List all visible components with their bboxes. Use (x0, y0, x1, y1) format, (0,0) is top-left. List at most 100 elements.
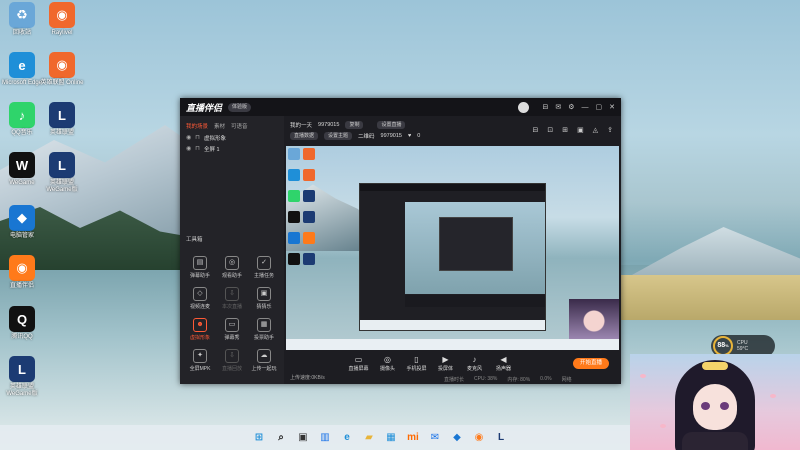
mi-icon[interactable]: mi (405, 430, 421, 446)
live-data-button[interactable]: 直播数据 (290, 131, 319, 140)
settings-icon[interactable]: ⚙ (568, 103, 574, 111)
tool-item[interactable]: ☻ 虚拟形象 (184, 318, 216, 341)
app-icon: ◉ (9, 255, 35, 281)
tool-item[interactable]: ◇ 视频连麦 (184, 287, 216, 310)
source-button[interactable]: ◎ 摄像头 (373, 355, 402, 372)
start-live-button[interactable]: 开始直播 (573, 358, 609, 369)
lock-icon[interactable]: ⊓ (195, 134, 200, 141)
desktop-icon[interactable]: ◉ Raylivel (40, 2, 84, 37)
desktop-icon[interactable]: L 英雄联盟 WeGame版 (0, 356, 44, 398)
status-item: 直播时长 (444, 376, 465, 383)
tab-scenes[interactable]: 我的场景 (186, 122, 208, 132)
set-live-button[interactable]: 设置直播 (377, 120, 406, 129)
nested-bottom-bar (405, 295, 545, 307)
tool-icon: ⇩ (225, 349, 239, 363)
app-icon: ◉ (49, 2, 75, 28)
screen-icon[interactable]: ⊡ (547, 126, 553, 134)
source-label: 手机投屏 (406, 365, 427, 372)
stream-preview[interactable] (286, 146, 619, 350)
tool-item[interactable]: ▤ 弹幕助手 (184, 256, 216, 279)
desktop-icon[interactable]: ◆ 电脑管家 (0, 205, 44, 240)
source-bar: ▭ 直播屏幕 ◎ 摄像头 ▯ 手机投屏 ▶ 投屏体 ♪ 麦克风 ◀ 扬声器 开始直播 (286, 352, 619, 374)
edge-icon[interactable]: e (339, 430, 355, 446)
tool-item[interactable]: ⇩ 本次直播 (216, 287, 248, 310)
copy-button[interactable]: 复制 (345, 120, 364, 129)
desktop-icon[interactable]: ◉ 英雄联盟 Online (40, 52, 84, 87)
version-badge[interactable]: 体验版 (228, 102, 252, 112)
scene-label: 虚拟形象 (203, 135, 226, 142)
tool-item[interactable]: ☁ 上传一起玩 (248, 349, 280, 372)
league-icon[interactable]: L (493, 430, 509, 446)
gift-icon[interactable]: ⊟ (532, 126, 538, 134)
nested-window-2 (439, 217, 513, 271)
tool-label: 投票助手 (253, 335, 274, 341)
qrcode-label[interactable]: 二维码 (358, 132, 375, 140)
tool-item[interactable]: ⇩ 直播回放 (216, 349, 248, 372)
task-view-icon[interactable]: ▣ (295, 430, 311, 446)
tool-item[interactable]: ▦ 投票助手 (248, 318, 280, 341)
desktop-icon[interactable]: Q 腾讯QQ (0, 306, 44, 341)
source-button[interactable]: ▶ 投屏体 (431, 355, 460, 372)
store-icon[interactable]: ▦ (383, 430, 399, 446)
record-icon[interactable]: ▣ (577, 126, 584, 134)
set-theme-button[interactable]: 设置主题 (324, 131, 353, 140)
tool-item[interactable]: ▣ 猜猜乐 (248, 287, 280, 310)
source-button[interactable]: ▯ 手机投屏 (402, 355, 431, 372)
search-icon[interactable]: ⌕ (273, 430, 289, 446)
layout-icon[interactable]: ⊞ (562, 126, 568, 134)
windows-icon[interactable]: ⊞ (251, 430, 267, 446)
share-icon[interactable]: ⇪ (607, 126, 613, 134)
title-actions: ⊟ ✉ ⚙ — ▢ ✕ (518, 101, 615, 113)
desktop-icon[interactable]: W WeGame (0, 152, 44, 187)
main-toolbar: ⊟ ⊡ ⊞ ▣ ◬ ⇪ (532, 126, 613, 134)
widgets-icon[interactable]: ▥ (317, 430, 333, 446)
preview-taskbar (286, 339, 619, 350)
tool-item[interactable]: ▭ 弹幕秀 (216, 318, 248, 341)
message-icon[interactable]: ✉ (555, 103, 561, 111)
app-icon: Q (9, 306, 35, 332)
vtuber-preview (569, 299, 619, 339)
petal (640, 374, 646, 378)
source-button[interactable]: ♪ 麦克风 (460, 355, 489, 372)
source-icon: ◎ (384, 354, 391, 364)
maximize-button[interactable]: ▢ (596, 103, 603, 111)
desktop-icon[interactable]: ◉ 直播伴侣 (0, 255, 44, 290)
source-button[interactable]: ▭ 直播屏幕 (344, 355, 373, 372)
mail-icon[interactable]: ✉ (427, 430, 443, 446)
tab-materials[interactable]: 素材 (214, 122, 225, 132)
desktop-icon-label: 英雄联盟 WeGame版 (6, 384, 38, 397)
scene-item[interactable]: ◉ ⊓ 全屏 1 (180, 143, 284, 154)
tool-item[interactable]: ✦ 全屏MPK (184, 349, 216, 372)
status-bar: 直播时长 CPU: 38% 内存: 80% 0.0% 网络 (284, 374, 621, 384)
scene-tabs: 我的场景 素材 可语音 (180, 116, 284, 132)
eye-icon[interactable]: ◉ (186, 145, 191, 152)
preview-icon (288, 190, 300, 202)
nested-window-preview (359, 183, 546, 331)
minimize-button[interactable]: — (582, 104, 589, 111)
desktop-icon[interactable]: L 英雄联盟 WeGame版 (40, 152, 84, 194)
desktop-icon[interactable]: L 英雄联盟 (40, 102, 84, 137)
desktop-icon[interactable]: ♪ QQ音乐 (0, 102, 44, 137)
desktop-icon-label: 英雄联盟 WeGame版 (46, 180, 78, 193)
eye-icon[interactable]: ◉ (186, 134, 191, 141)
desktop-icon[interactable]: ♻ 回收站 (0, 2, 44, 37)
title-bar[interactable]: 直播伴侣 体验版 ⊟ ✉ ⚙ — ▢ ✕ (180, 98, 621, 116)
tool-item[interactable]: ✓ 主播任务 (248, 256, 280, 279)
source-label: 摄像头 (379, 365, 395, 372)
lock-icon[interactable]: ⊓ (195, 145, 200, 152)
tool-item[interactable]: ◎ 观看助手 (216, 256, 248, 279)
scene-item[interactable]: ◉ ⊓ 虚拟形象 (180, 132, 284, 143)
desktop-icon[interactable]: e Microsoft Edge (0, 52, 44, 87)
bell-icon[interactable]: ◬ (593, 126, 598, 134)
skin-icon[interactable]: ⊟ (542, 103, 548, 111)
status-item: 网络 (561, 376, 572, 383)
live-companion-icon[interactable]: ◉ (471, 430, 487, 446)
close-button[interactable]: ✕ (609, 103, 615, 111)
desktop-icon-label: 直播伴侣 (9, 283, 34, 289)
shield-icon[interactable]: ◆ (449, 430, 465, 446)
source-button[interactable]: ◀ 扬声器 (489, 355, 518, 372)
folder-icon[interactable]: ▰ (361, 430, 377, 446)
preview-icon (288, 232, 300, 244)
tab-voice[interactable]: 可语音 (231, 122, 248, 132)
avatar[interactable] (518, 101, 530, 113)
